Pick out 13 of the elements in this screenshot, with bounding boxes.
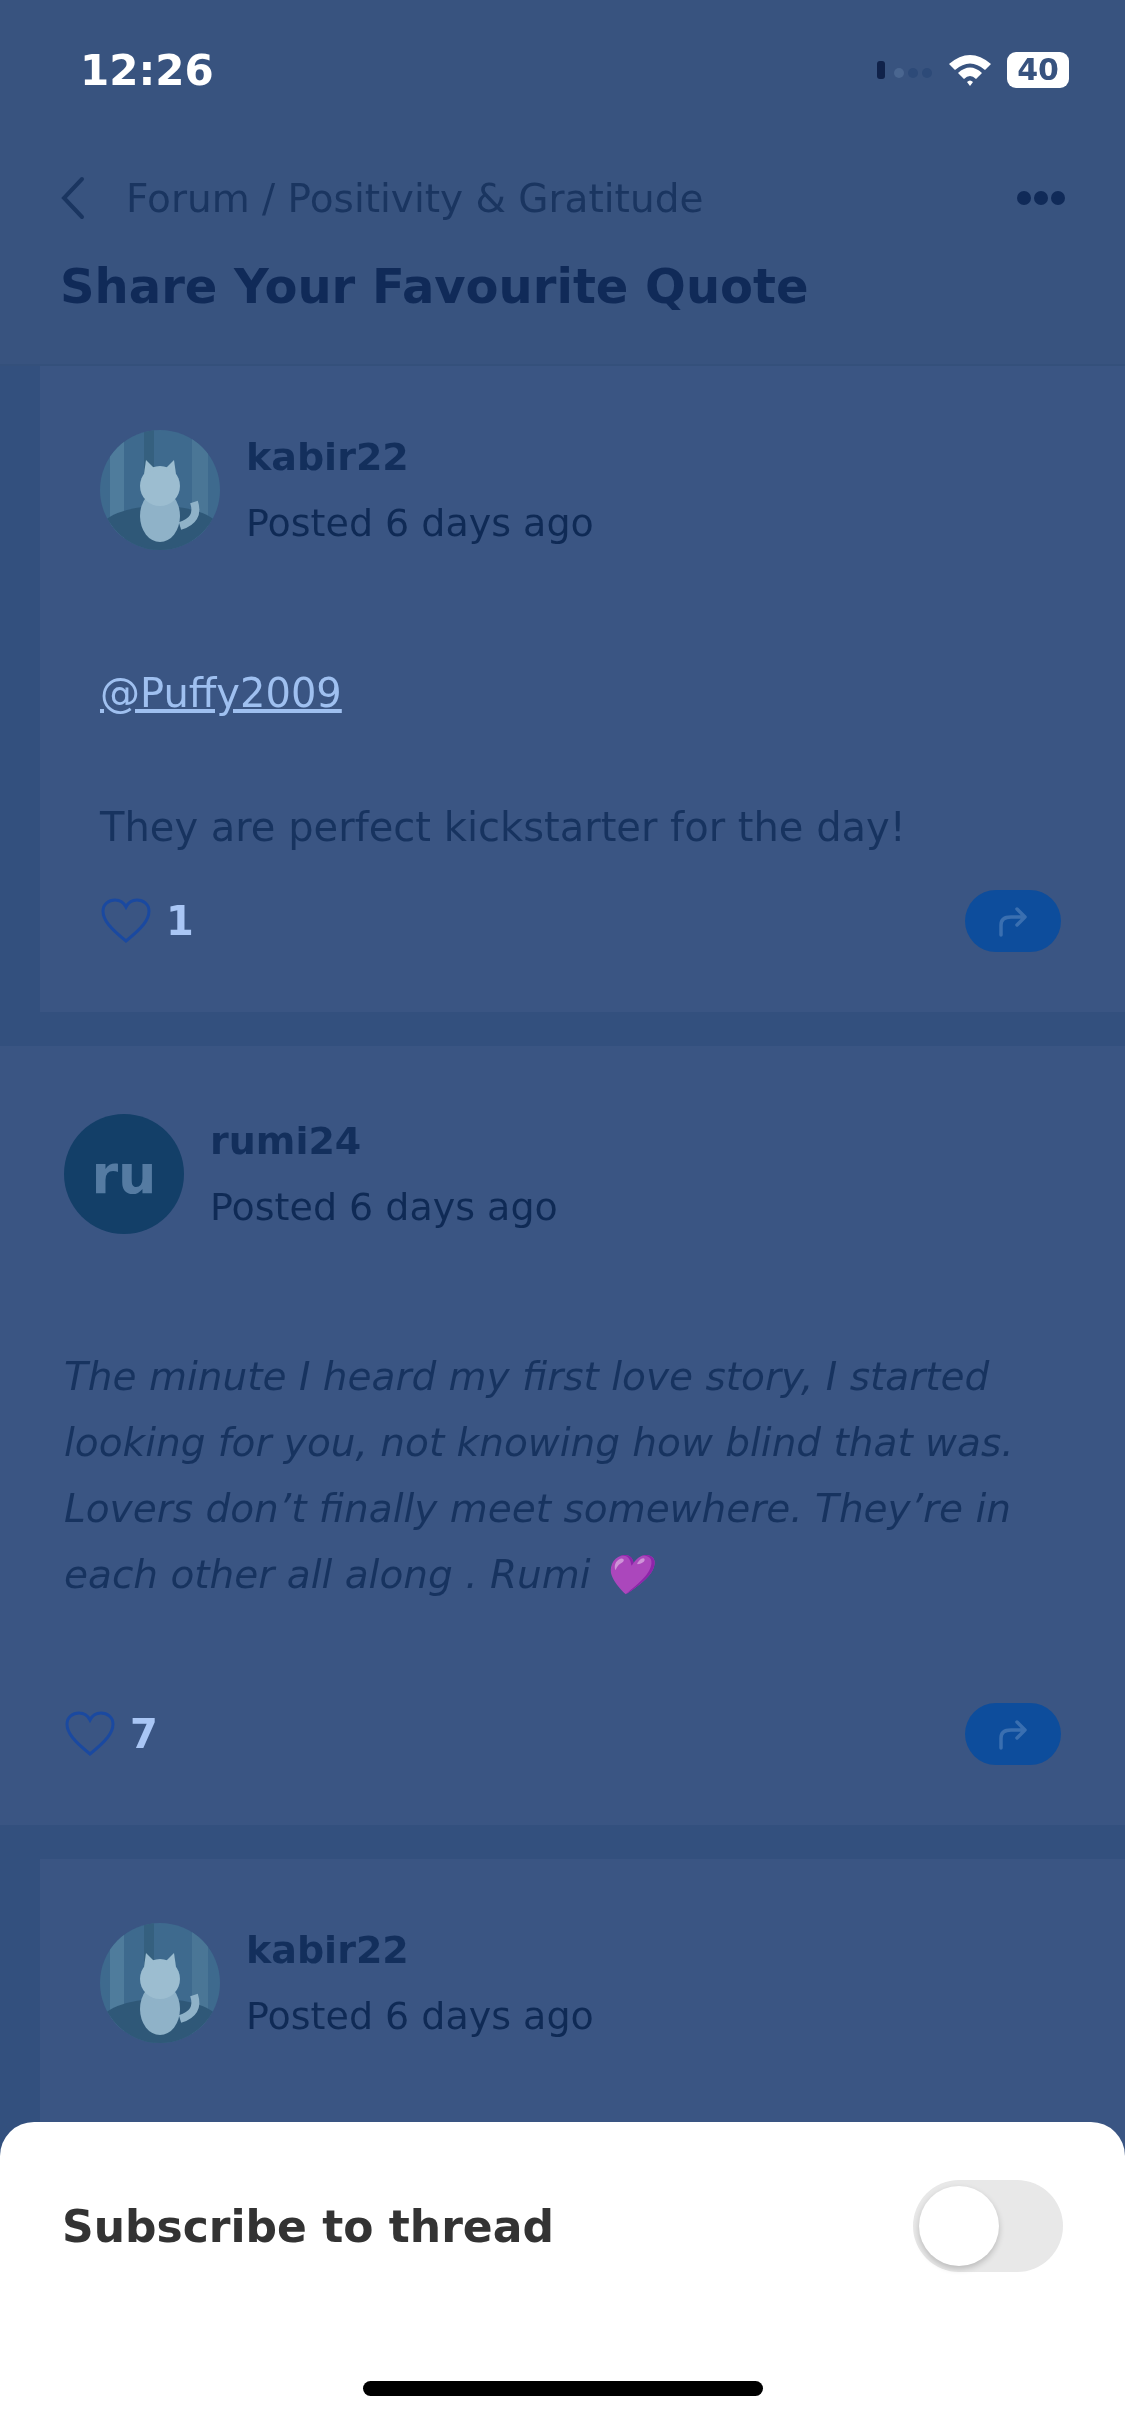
back-icon[interactable] [60, 176, 86, 220]
user-avatar: ru [64, 1114, 184, 1234]
wifi-icon [947, 52, 994, 88]
mention-link[interactable]: @Puffy2009 [100, 670, 342, 716]
heart-icon[interactable] [64, 1711, 116, 1757]
subscribe-label: Subscribe to thread [62, 2200, 555, 2252]
battery-level: 40 [1007, 52, 1069, 88]
status-time: 12:26 [80, 44, 215, 95]
signal-icon [877, 61, 934, 79]
heart-icon[interactable] [100, 898, 152, 944]
more-icon[interactable] [1017, 191, 1065, 205]
like-count: 1 [166, 898, 194, 944]
like-count: 7 [130, 1711, 158, 1757]
